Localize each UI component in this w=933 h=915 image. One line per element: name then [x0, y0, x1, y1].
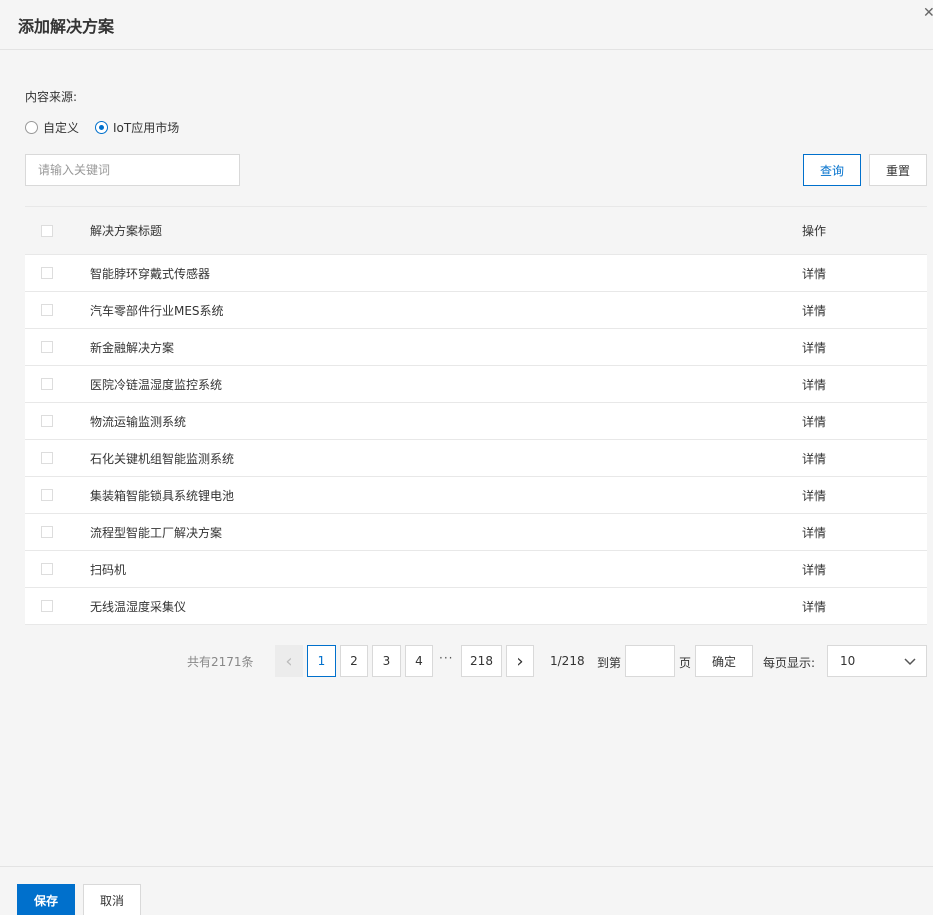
row-check-cell — [25, 415, 90, 427]
row-checkbox[interactable] — [41, 267, 53, 279]
per-page-select[interactable]: 10 — [827, 645, 927, 677]
detail-link[interactable]: 详情 — [802, 304, 826, 318]
table-row: 汽车零部件行业MES系统 详情 — [25, 292, 927, 329]
row-title: 智能脖环穿戴式传感器 — [90, 266, 211, 281]
dialog-title: 添加解决方案 — [18, 17, 115, 36]
detail-link[interactable]: 详情 — [802, 378, 826, 392]
row-title: 集装箱智能锁具系统锂电池 — [90, 488, 235, 503]
row-title: 物流运输监测系统 — [90, 414, 187, 429]
solutions-table: 解决方案标题 操作 智能脖环穿戴式传感器 详情 汽车零部件行业MES系统 详情 … — [25, 206, 927, 625]
radio-iot-market-circle[interactable] — [95, 121, 109, 134]
table-row: 石化关键机组智能监测系统 详情 — [25, 440, 927, 477]
row-check-cell — [25, 341, 90, 353]
row-checkbox[interactable] — [41, 304, 53, 316]
row-check-cell — [25, 304, 90, 316]
radio-iot-market[interactable]: IoT应用市场 — [95, 119, 179, 136]
chevron-right-icon: › — [516, 650, 524, 672]
detail-link[interactable]: 详情 — [802, 600, 826, 614]
table-row: 集装箱智能锁具系统锂电池 详情 — [25, 477, 927, 514]
row-title: 医院冷链温湿度监控系统 — [90, 377, 223, 392]
header-title: 解决方案标题 — [90, 224, 163, 238]
page-button-last[interactable]: 218 — [461, 645, 502, 677]
detail-link[interactable]: 详情 — [802, 267, 826, 281]
table-row: 智能脖环穿戴式传感器 详情 — [25, 255, 927, 292]
detail-link[interactable]: 详情 — [802, 415, 826, 429]
detail-link[interactable]: 详情 — [802, 489, 826, 503]
page-info: 1/218 — [550, 654, 585, 668]
detail-link[interactable]: 详情 — [802, 341, 826, 355]
table-row: 新金融解决方案 详情 — [25, 329, 927, 366]
keyword-search-input[interactable] — [25, 154, 240, 186]
table-row: 扫码机 详情 — [25, 551, 927, 588]
row-check-cell — [25, 526, 90, 538]
row-checkbox[interactable] — [41, 378, 53, 390]
table-header: 解决方案标题 操作 — [25, 207, 927, 255]
select-all-checkbox[interactable] — [41, 224, 53, 237]
goto-page-input[interactable] — [625, 645, 675, 677]
source-label: 内容来源: — [25, 90, 78, 104]
row-title: 汽车零部件行业MES系统 — [90, 303, 224, 318]
radio-custom[interactable]: 自定义 — [25, 119, 79, 136]
row-title: 新金融解决方案 — [90, 340, 175, 355]
query-button[interactable]: 查询 — [803, 154, 861, 186]
cancel-button[interactable]: 取消 — [83, 884, 141, 915]
dialog-footer: 保存 取消 — [0, 866, 933, 915]
table-row: 医院冷链温湿度监控系统 详情 — [25, 366, 927, 403]
row-checkbox[interactable] — [41, 563, 53, 575]
goto-label: 到第 — [597, 656, 622, 670]
close-icon[interactable]: ✕ — [923, 5, 933, 25]
reset-button[interactable]: 重置 — [869, 154, 927, 186]
next-page-button[interactable]: › — [506, 645, 534, 677]
row-title: 流程型智能工厂解决方案 — [90, 525, 223, 540]
row-check-cell — [25, 563, 90, 575]
detail-link[interactable]: 详情 — [802, 452, 826, 466]
radio-iot-market-label: IoT应用市场 — [113, 121, 180, 135]
detail-link[interactable]: 详情 — [802, 563, 826, 577]
source-radio-group: 自定义 IoT应用市场 — [25, 119, 195, 136]
page-button-3[interactable]: 3 — [372, 645, 401, 677]
page-ellipsis: ··· — [439, 651, 454, 665]
table-row: 物流运输监测系统 详情 — [25, 403, 927, 440]
page-button-2[interactable]: 2 — [340, 645, 368, 677]
table-row: 流程型智能工厂解决方案 详情 — [25, 514, 927, 551]
row-checkbox[interactable] — [41, 526, 53, 538]
row-checkbox[interactable] — [41, 341, 53, 353]
row-check-cell — [25, 489, 90, 501]
save-button[interactable]: 保存 — [17, 884, 75, 915]
page-unit-label: 页 — [679, 656, 692, 670]
header-op: 操作 — [802, 224, 827, 238]
table-row: 无线温湿度采集仪 详情 — [25, 588, 927, 625]
radio-custom-circle[interactable] — [25, 121, 38, 134]
row-checkbox[interactable] — [41, 452, 53, 464]
row-check-cell — [25, 452, 90, 464]
prev-page-button[interactable]: ‹ — [275, 645, 303, 677]
chevron-left-icon: ‹ — [285, 650, 293, 672]
row-title: 无线温湿度采集仪 — [90, 599, 187, 614]
chevron-down-icon — [904, 658, 916, 666]
row-title: 扫码机 — [90, 562, 127, 577]
row-checkbox[interactable] — [41, 489, 53, 501]
per-page-value: 10 — [840, 654, 856, 668]
row-check-cell — [25, 600, 90, 612]
goto-confirm-button[interactable]: 确定 — [695, 645, 753, 677]
row-checkbox[interactable] — [41, 415, 53, 427]
total-count: 共有2171条 — [187, 655, 254, 669]
row-check-cell — [25, 267, 90, 279]
pagination: 共有2171条 ‹ 1 2 3 4 ··· 218 › 1/218 到第 页 确… — [0, 645, 933, 677]
header-check-cell — [25, 224, 90, 237]
detail-link[interactable]: 详情 — [802, 526, 826, 540]
row-check-cell — [25, 378, 90, 390]
page-button-4[interactable]: 4 — [405, 645, 433, 677]
per-page-label: 每页显示: — [763, 656, 816, 670]
page-button-1[interactable]: 1 — [307, 645, 336, 677]
row-checkbox[interactable] — [41, 600, 53, 612]
dialog-header: 添加解决方案 ✕ — [0, 0, 933, 50]
radio-custom-label: 自定义 — [43, 121, 80, 135]
row-title: 石化关键机组智能监测系统 — [90, 451, 235, 466]
